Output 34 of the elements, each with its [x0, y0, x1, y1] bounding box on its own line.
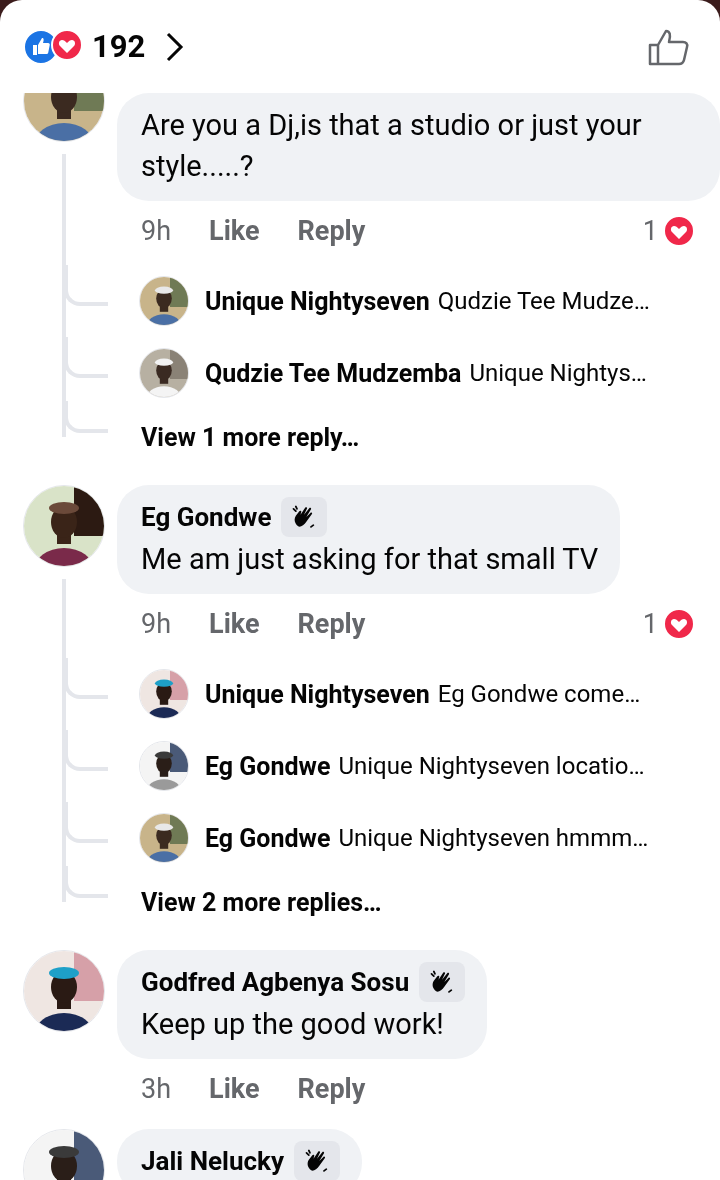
reply-author[interactable]: Unique Nightyseven — [205, 679, 430, 709]
comment-text: Keep up the good work! — [141, 1006, 445, 1043]
reply-text: Unique Nightyseven locatio… — [338, 752, 645, 780]
chevron-right-icon[interactable] — [165, 30, 186, 63]
reply-text: Eg Gondwe come… — [437, 680, 641, 708]
view-more-replies-link[interactable]: View 2 more replies… — [141, 874, 382, 930]
reaction-count[interactable]: 1 — [642, 215, 658, 247]
like-link[interactable]: Like — [209, 215, 260, 247]
reply-text: Unique Nightys… — [469, 359, 647, 387]
reply-author[interactable]: Eg Gondwe — [205, 751, 331, 781]
reply-author[interactable]: Eg Gondwe — [205, 823, 331, 853]
view-more-replies-link[interactable]: View 1 more reply… — [141, 409, 360, 465]
comment-time: 3h — [141, 1073, 172, 1105]
reply-text: Unique Nightyseven hmmm… — [338, 824, 649, 852]
comment-text: Are you a Dj,is that a studio or just your style.....? — [141, 107, 643, 185]
like-link[interactable]: Like — [209, 1073, 260, 1105]
reply-link[interactable]: Reply — [297, 1073, 366, 1105]
comment-time: 9h — [141, 608, 172, 640]
love-reaction-icon — [662, 607, 696, 641]
reaction-count[interactable]: 192 — [92, 28, 146, 65]
comment-time: 9h — [141, 215, 172, 247]
love-reaction-icon — [662, 214, 696, 248]
like-link[interactable]: Like — [209, 608, 260, 640]
author-name[interactable]: Godfred Agbenya Sosu — [141, 967, 410, 997]
reaction-count[interactable]: 1 — [642, 608, 658, 640]
reply-text: Qudzie Tee Mudze… — [437, 287, 650, 315]
author-name[interactable]: Eg Gondwe — [141, 502, 272, 532]
comment-text: Me am just asking for that small TV — [141, 541, 599, 578]
reply-author[interactable]: Qudzie Tee Mudzemba — [205, 358, 462, 388]
reply-link[interactable]: Reply — [297, 215, 366, 247]
reply-author[interactable]: Unique Nightyseven — [205, 286, 430, 316]
thumbs-up-icon[interactable] — [648, 27, 690, 66]
author-name[interactable]: Jali Nelucky — [141, 1146, 284, 1176]
reply-link[interactable]: Reply — [297, 608, 366, 640]
